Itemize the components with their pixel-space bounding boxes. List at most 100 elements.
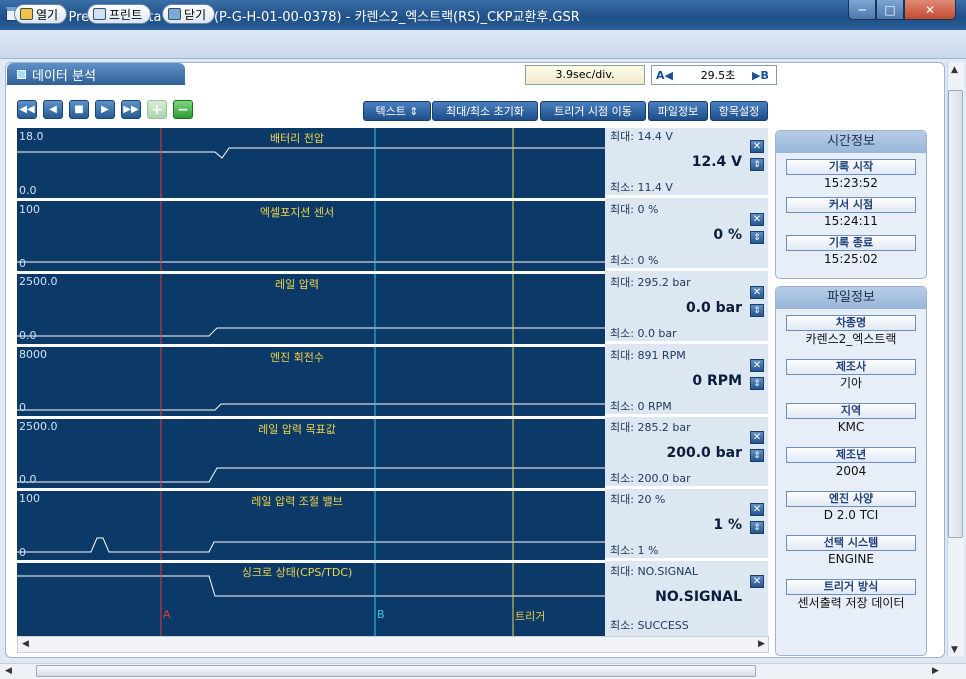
ch7-label: 싱크로 상태(CPS/TDC) [241,566,353,579]
ch4-current: 0 RPM [692,373,742,389]
next-button[interactable]: ▶ [95,100,115,119]
ch2-top: 100 [19,203,40,216]
ch7-max: 최대: NO.SIGNAL [610,565,699,578]
ch6-min: 최소: 1 % [610,544,659,557]
tab-bullet-icon [17,69,26,79]
ch5-current: 200.0 bar [666,445,742,461]
ch5-scale-icon[interactable]: ⇕ [750,449,764,462]
ch2-label: 엑셀포지션 센서 [259,206,335,219]
ch2-scale-icon[interactable]: ⇕ [750,231,764,244]
file-info-button[interactable]: 파일정보 [648,101,708,121]
zoom-in-button[interactable]: + [147,100,167,119]
first-button[interactable]: ◀◀ [17,100,37,119]
ch6-scale-icon[interactable]: ⇕ [750,521,764,534]
channel-separator [17,198,605,201]
prev-button[interactable]: ◀ [43,100,63,119]
open-icon [20,8,33,20]
ch4-max: 최대: 891 RPM [610,349,686,362]
ch4-scale-icon[interactable]: ⇕ [750,377,764,390]
value-row-battery: 최대: 14.4 V ✕ 12.4 V ⇕ 최소: 11.4 V [605,128,768,198]
ch3-scale-icon[interactable]: ⇕ [750,304,764,317]
item-settings-button[interactable]: 항목설정 [710,101,768,121]
stop-button[interactable]: ■ [69,100,89,119]
text-mode-select[interactable]: 텍스트 ⇕ [363,101,431,121]
record-start-value: 15:23:52 [824,176,878,190]
record-end-value: 15:25:02 [824,252,878,266]
region-value: KMC [837,420,865,434]
ch3-close-icon[interactable]: ✕ [750,286,764,299]
tab-data-analysis[interactable]: 데이터 분석 [7,63,185,85]
chart-area[interactable]: 18.0 0.0 배터리 전압 100 0 엑셀포지션 센서 2500.0 0.… [17,128,605,636]
maximize-button[interactable]: □ [876,0,904,20]
value-row-rail: 최대: 295.2 bar ✕ 0.0 bar ⇕ 최소: 0.0 bar [605,274,768,344]
ch4-top: 8000 [19,348,47,361]
ch5-close-icon[interactable]: ✕ [750,431,764,444]
scroll-up-icon[interactable]: ▲ [951,65,958,75]
time-info-title: 시간정보 [776,131,926,153]
channel-separator [17,416,605,419]
ch2-min: 최소: 0 % [610,254,659,267]
zoom-out-button[interactable]: − [173,100,193,119]
ch2-current: 0 % [713,227,742,243]
window-scroll-left-icon[interactable]: ◀ [5,666,12,676]
ch6-current: 1 % [713,517,742,533]
cursor-control[interactable]: A◀ 29.5초 ▶B [651,65,777,85]
ch7-current: NO.SIGNAL [655,589,742,605]
ch7-close-icon[interactable]: ✕ [750,575,764,588]
engine-label: 엔진 사양 [786,491,916,507]
close-window-button[interactable]: ✕ [904,0,956,20]
move-trigger-button[interactable]: 트리거 시점 이동 [540,101,646,121]
open-button[interactable]: 열기 [14,4,68,24]
close-file-button[interactable]: 닫기 [162,4,216,24]
ch3-max: 최대: 295.2 bar [610,276,691,289]
channel-separator [17,344,605,347]
chart-scroll-left-icon[interactable]: ◀ [22,639,29,649]
close-icon [168,8,181,20]
ch1-scale-icon[interactable]: ⇕ [750,158,764,171]
ch2-bottom: 0 [19,257,26,270]
vertical-scroll-thumb[interactable] [948,90,963,538]
ch4-bottom: 0 [19,401,26,414]
value-row-rail-target: 최대: 285.2 bar ✕ 200.0 bar ⇕ 최소: 200.0 ba… [605,419,768,489]
scroll-down-icon[interactable]: ▼ [951,645,958,655]
print-label: 프린트 [109,7,143,22]
last-button[interactable]: ▶▶ [121,100,141,119]
minimize-button[interactable]: ─ [848,0,876,20]
cursor-a-button[interactable]: A◀ [652,69,684,82]
ch3-label: 레일 압력 [275,278,319,291]
system-label: 선택 시스템 [786,535,916,551]
chart-horizontal-scrollbar[interactable] [17,636,769,653]
ch4-close-icon[interactable]: ✕ [750,359,764,372]
model-value: 카렌스2_엑스트랙 [805,332,897,346]
ch6-top: 100 [19,492,40,505]
chart-scroll-right-icon[interactable]: ▶ [758,639,765,649]
ch3-top: 2500.0 [19,275,58,288]
maker-value: 기아 [839,376,863,390]
ch2-close-icon[interactable]: ✕ [750,213,764,226]
ch1-min: 최소: 11.4 V [610,181,673,194]
engine-value: D 2.0 TCI [823,508,879,522]
ch1-current: 12.4 V [691,154,742,170]
close-label: 닫기 [184,7,207,22]
year-label: 제조년 [786,447,916,463]
time-per-division[interactable]: 3.9sec/div. [525,65,645,85]
ch3-current: 0.0 bar [685,300,742,316]
window-scroll-thumb[interactable] [36,665,756,677]
print-button[interactable]: 프린트 [87,4,152,24]
ch5-label: 레일 압력 목표값 [258,423,336,436]
trace-rail-pressure [17,327,605,337]
value-row-rail-valve: 최대: 20 % ✕ 1 % ⇕ 최소: 1 % [605,491,768,561]
marker-a-label: A [163,608,171,621]
cursor-b-button[interactable]: ▶B [752,69,776,82]
channel-separator [17,271,605,274]
trace-rail-target [17,467,605,483]
ch1-close-icon[interactable]: ✕ [750,140,764,153]
reset-minmax-button[interactable]: 최대/최소 초기화 [432,101,538,121]
channel-separator [17,560,605,563]
window-scroll-right-icon[interactable]: ▶ [932,666,939,676]
ch6-bottom: 0 [19,546,26,559]
ch6-close-icon[interactable]: ✕ [750,503,764,516]
ch4-label: 엔진 회전수 [269,351,325,364]
ch3-bottom: 0.0 [19,329,37,342]
ch1-top: 18.0 [19,130,44,143]
